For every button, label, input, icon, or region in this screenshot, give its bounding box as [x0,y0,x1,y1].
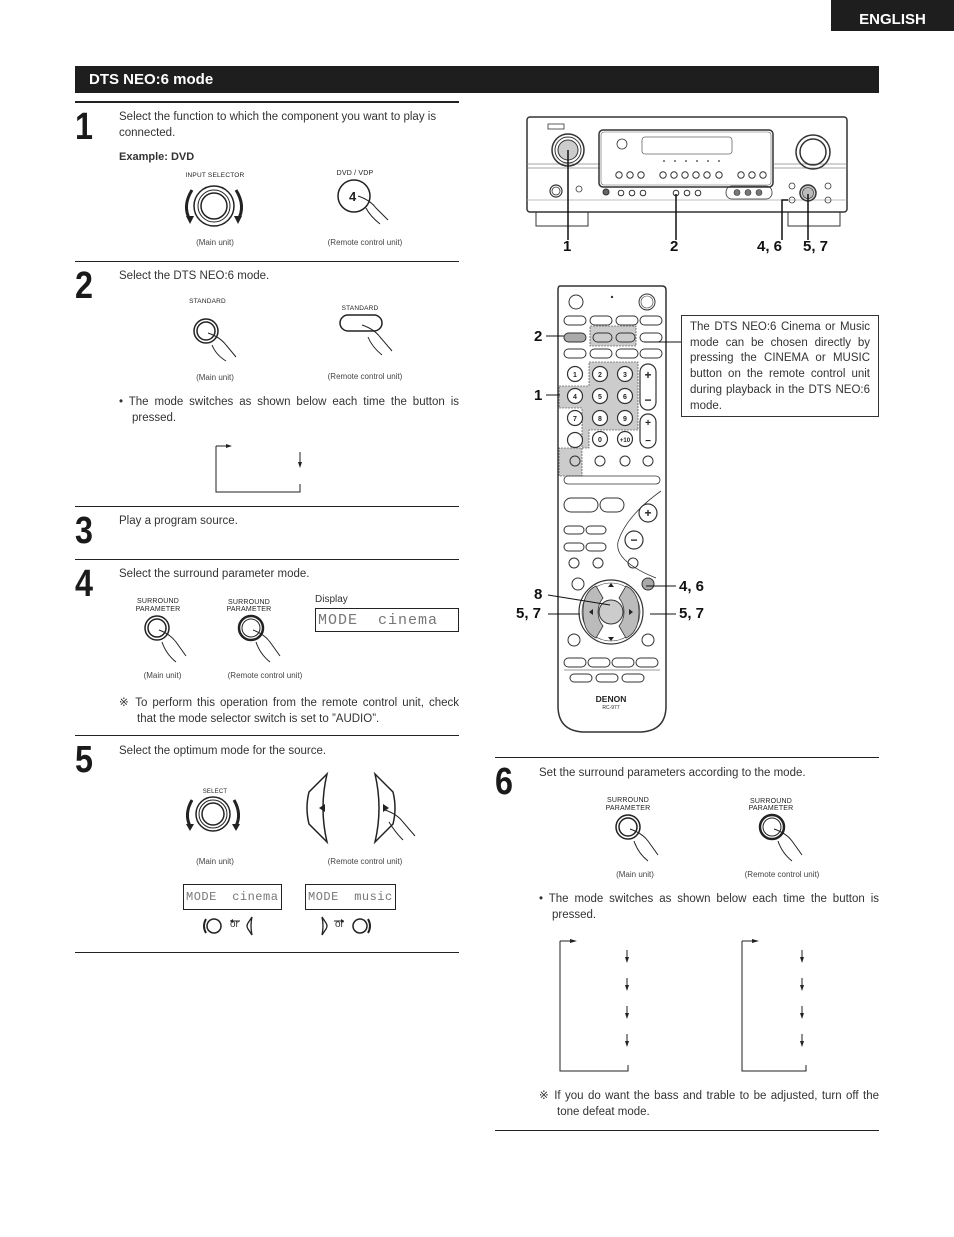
dvd-vdp-label: DVD / VDP [336,170,374,177]
divider [75,261,459,262]
step-number-3: 3 [75,510,93,552]
step-6-note: ※ If you do want the bass and trable to … [539,1090,879,1118]
example-label: Example: DVD [119,151,195,163]
surround-parameter-remote-icon [237,614,281,663]
display-music: MODE music [305,884,396,910]
callout-1: 1 [563,238,572,255]
step-6-bullet: • The mode switches as shown below each … [539,893,880,921]
remote-unit-caption: (Remote control unit) [327,238,403,247]
divider [75,559,459,560]
main-unit-caption: (Main unit) [196,857,234,866]
display-readout: MODE cinema [315,608,459,632]
step-6-text: Set the surround parameters according to… [539,767,806,779]
remote-brand: DENON [596,694,627,704]
remote-callout-4-6: 4, 6 [679,578,705,595]
input-selector-knob-icon [185,185,243,227]
divider [495,1130,879,1131]
remote-unit-caption: (Remote control unit) [227,671,303,680]
divider [75,735,459,736]
standard-button-remote-icon [339,314,393,356]
surround-parameter-remote-icon [758,813,803,862]
remote-model: RC-977 [602,705,619,711]
divider [495,757,879,758]
section-title: DTS NEO:6 mode [75,66,879,93]
select-knob-icon [185,796,241,832]
standard-button-main-icon [193,318,237,362]
step-4-note: ※ To perform this operation from the rem… [119,697,459,725]
standard-label-remote: STANDARD [341,305,379,312]
step-4-text: Select the surround parameter mode. [119,568,310,580]
mode-cycle-diagram [215,444,302,493]
bullet-text: The mode switches as shown below each ti… [548,893,880,921]
step-5-text: Select the optimum mode for the source. [119,745,327,757]
surround-parameter-label-remote: SURROUND PARAMETER [226,599,272,613]
remote-callout-2: 2 [534,328,543,345]
step-number-4: 4 [75,563,93,605]
main-unit-caption: (Main unit) [616,870,654,879]
step-number-2: 2 [75,265,93,307]
surround-parameter-label-remote: SURROUND PARAMETER [748,798,794,812]
right-key-or-rotate-right-icon [321,916,371,936]
surround-parameter-label-main: SURROUND PARAMETER [605,797,651,812]
step-2-bullet: • The mode switches as shown below each … [119,396,460,424]
remote-callout-5-7-right: 5, 7 [679,605,705,622]
input-selector-label: INPUT SELECTOR [185,172,245,179]
standard-label-main: STANDARD [189,298,226,305]
callout-5-7: 5, 7 [803,238,829,255]
step-3-text: Play a program source. [119,515,238,527]
display-label: Display [315,594,348,605]
step-number-6: 6 [495,761,513,803]
main-unit-caption: (Main unit) [196,238,234,247]
divider [75,506,459,507]
step-number-1: 1 [75,106,93,148]
display-cinema: MODE cinema [183,884,282,910]
remote-callout-1: 1 [534,387,543,404]
main-unit-caption: (Main unit) [143,671,182,680]
remote-callout-8: 8 [534,586,543,603]
remote-key-press-icon: 4 [337,179,389,225]
step-number-5: 5 [75,739,93,781]
surround-parameter-main-icon [615,814,659,862]
remote-unit-caption: (Remote control unit) [327,857,403,866]
remote-callout-lines [546,335,681,615]
remote-unit-caption: (Remote control unit) [327,372,403,381]
language-tab: ENGLISH [831,0,954,31]
step-1-text: Select the function to which the compone… [119,111,437,139]
music-param-cycle-diagram [741,939,807,1072]
remote-left-right-keys-icon [306,771,416,845]
divider [75,952,459,953]
or-label: or [335,919,344,930]
main-unit-caption: (Main unit) [196,373,234,382]
cinema-music-note: The DTS NEO:6 Cinema or Music mode can b… [681,315,879,417]
step-2-text: Select the DTS NEO:6 mode. [119,270,270,282]
callout-2: 2 [670,238,679,255]
remote-unit-caption: (Remote control unit) [744,870,820,879]
cinema-param-cycle-diagram [559,939,629,1072]
remote-key-4: 4 [349,189,357,204]
remote-callout-5-7-left: 5, 7 [516,605,542,622]
front-panel-illustration [526,116,848,240]
divider [75,101,459,103]
or-label: or [230,919,239,930]
surround-parameter-main-icon [144,615,187,663]
bullet-text: The mode switches as shown below each ti… [128,396,460,424]
surround-parameter-label-main: SURROUND PARAMETER [135,598,181,613]
callout-4-6: 4, 6 [757,238,783,255]
